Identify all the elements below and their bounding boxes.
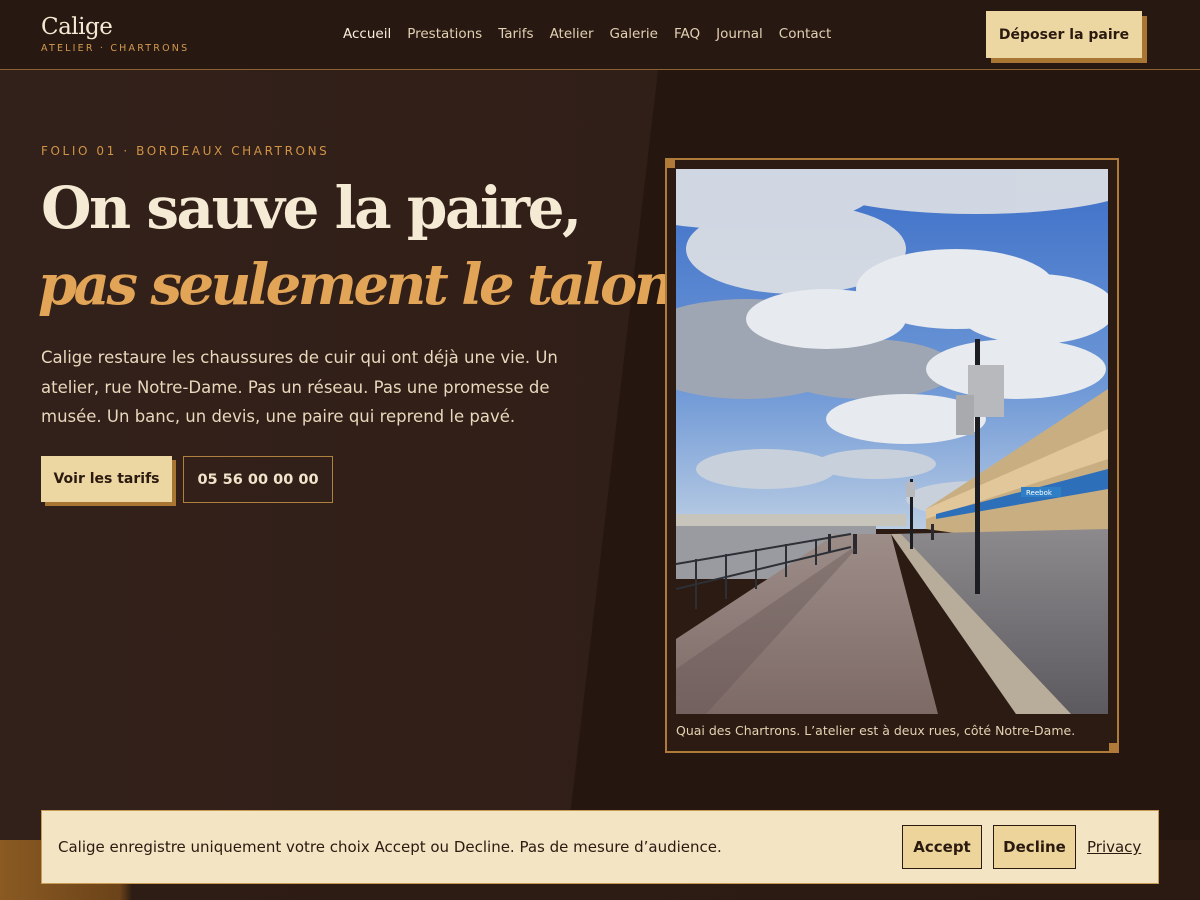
cookie-accept-button[interactable]: Accept — [902, 825, 982, 869]
photo-caption: Quai des Chartrons. L’atelier est à deux… — [676, 723, 1076, 738]
nav-item-prestations[interactable]: Prestations — [407, 24, 482, 44]
voir-les-tarifs-button[interactable]: Voir les tarifs — [41, 456, 172, 502]
cookie-decline-button[interactable]: Decline — [993, 825, 1076, 869]
logo-name[interactable]: Calige — [41, 14, 113, 40]
hero-lede: Calige restaure les chaussures de cuir q… — [41, 348, 558, 426]
nav-item-faq[interactable]: FAQ — [674, 24, 700, 44]
cookie-text: Calige enregistre uniquement votre choix… — [58, 838, 722, 856]
nav-item-galerie[interactable]: Galerie — [610, 24, 658, 44]
cookie-privacy-link[interactable]: Privacy — [1087, 838, 1141, 856]
cookie-banner: Calige enregistre uniquement votre choix… — [41, 810, 1159, 884]
hero-title-line1: On sauve la paire, — [41, 174, 582, 242]
nav-item-atelier[interactable]: Atelier — [550, 24, 594, 44]
main-nav: Accueil Prestations Tarifs Atelier Galer… — [343, 24, 847, 44]
frame-corner-bottom-right — [1109, 743, 1119, 753]
nav-item-accueil[interactable]: Accueil — [343, 24, 391, 44]
quai-des-chartrons-photo: Reebok — [676, 169, 1108, 714]
site-header: Calige ATELIER · CHARTRONS Accueil Prest… — [0, 0, 1200, 70]
phone-button[interactable]: 05 56 00 00 00 — [183, 456, 333, 503]
logo-tagline: ATELIER · CHARTRONS — [41, 43, 190, 54]
hero-title-line2-wrap: pas seulement le talon. — [38, 252, 691, 318]
nav-item-contact[interactable]: Contact — [779, 24, 832, 44]
frame-corner-top-left — [665, 158, 675, 168]
photo-frame: Reebok Quai des Chartrons. L’atelier est… — [665, 158, 1119, 753]
hero-title-line2: pas seulement le talon — [38, 252, 675, 318]
hero-eyebrow: FOLIO 01 · BORDEAUX CHARTRONS — [41, 144, 330, 158]
shop-sign-text: Reebok — [1026, 489, 1053, 497]
deposer-la-paire-button[interactable]: Déposer la paire — [986, 11, 1142, 58]
nav-item-tarifs[interactable]: Tarifs — [498, 24, 533, 44]
nav-item-journal[interactable]: Journal — [716, 24, 763, 44]
